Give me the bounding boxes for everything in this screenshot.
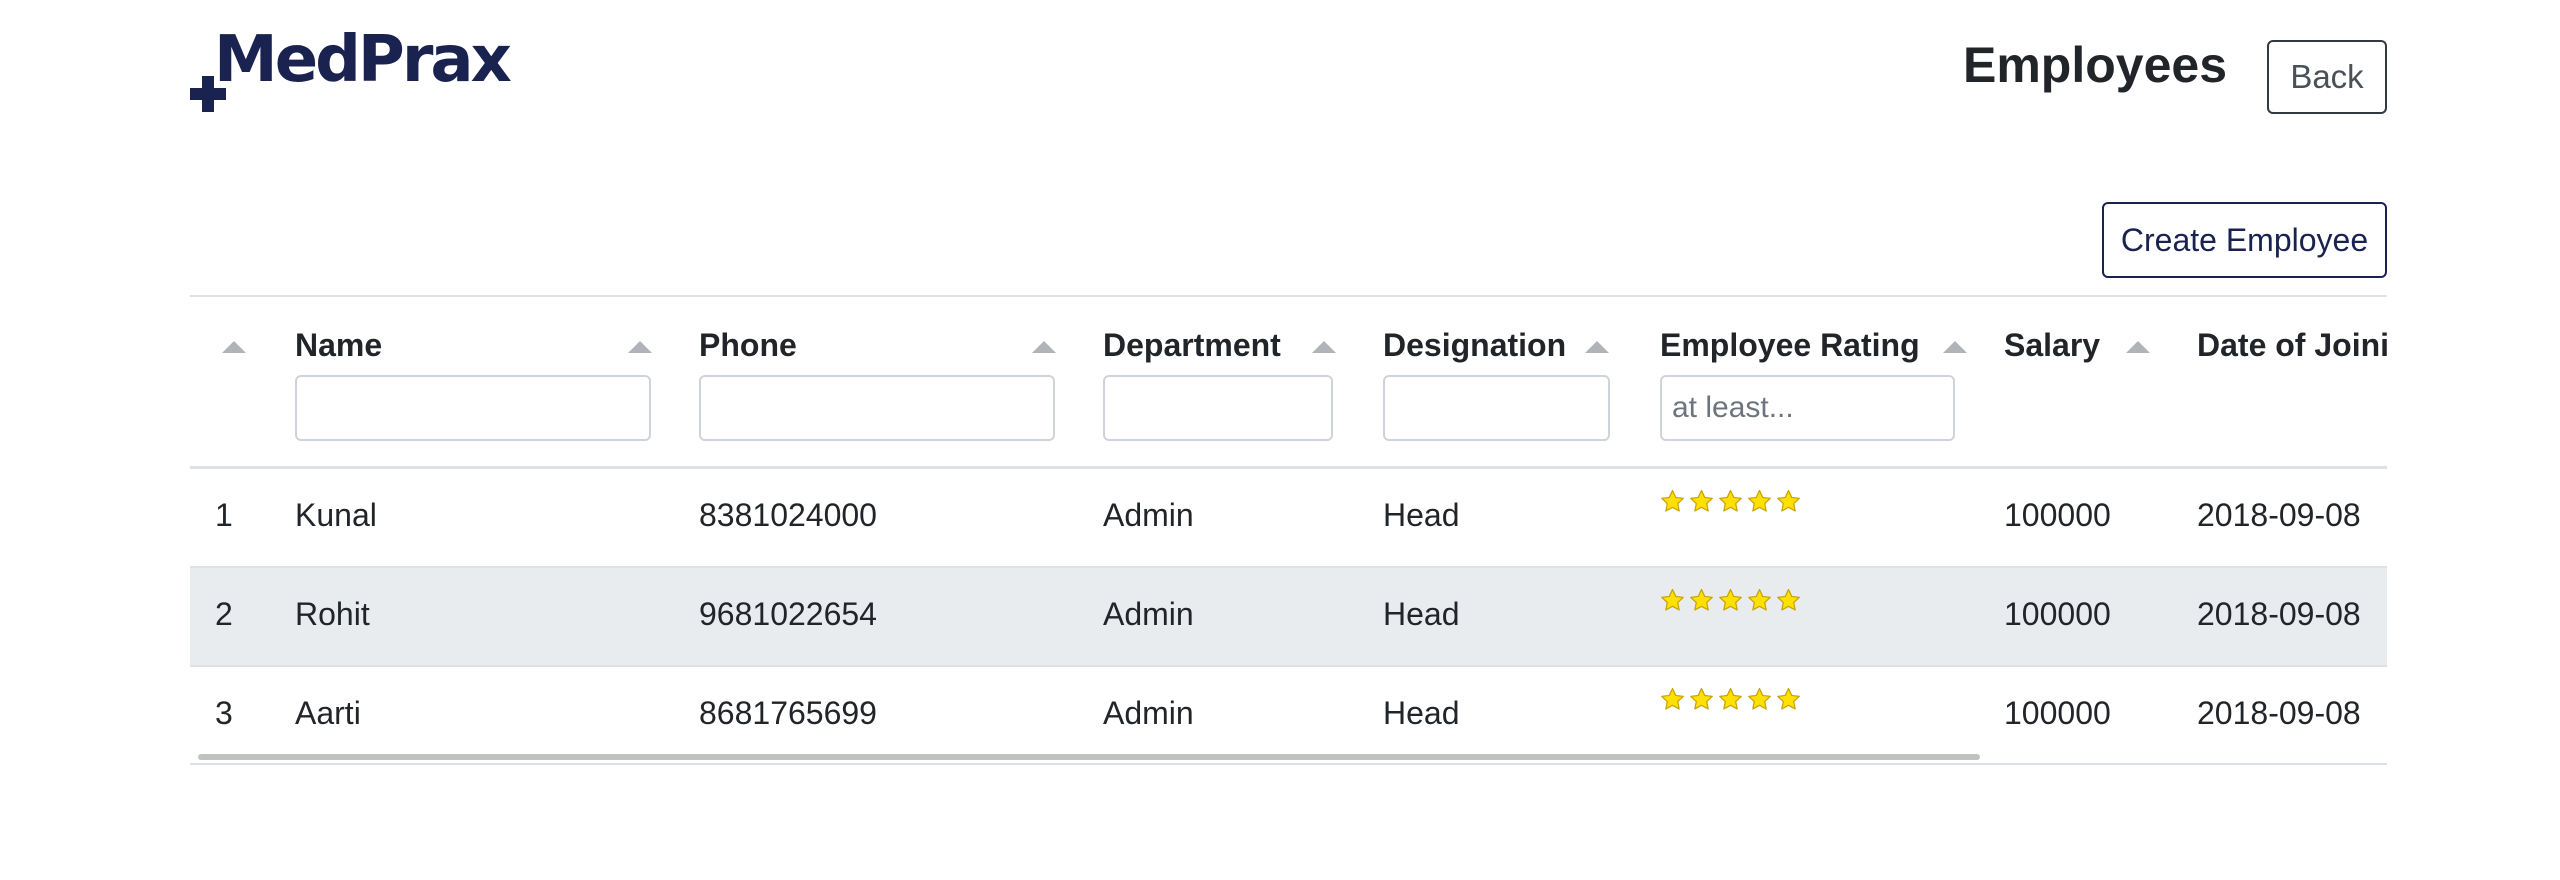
sort-up-icon[interactable]	[1032, 341, 1056, 353]
table-header: Name Phone Department Designation Employ…	[190, 297, 2387, 469]
column-header-date-of-joining[interactable]: Date of Joining	[2197, 327, 2387, 364]
horizontal-scrollbar[interactable]	[198, 754, 1980, 760]
employee-salary: 100000	[2004, 596, 2111, 632]
name-filter-input[interactable]	[295, 375, 651, 441]
star-icon	[1719, 489, 1742, 512]
sort-up-icon[interactable]	[628, 341, 652, 353]
star-icon	[1690, 588, 1713, 611]
column-header-salary[interactable]: Salary	[2004, 327, 2100, 364]
create-employee-button[interactable]: Create Employee	[2102, 202, 2387, 278]
star-icon	[1661, 489, 1684, 512]
brand-logo[interactable]: MedPrax	[190, 28, 512, 120]
table-row[interactable]: 1 Kunal 8381024000 Admin Head 100000 201…	[190, 469, 2387, 568]
star-icon	[1661, 687, 1684, 710]
back-button[interactable]: Back	[2267, 40, 2387, 114]
star-icon	[1661, 588, 1684, 611]
employee-salary: 100000	[2004, 695, 2111, 731]
employee-phone: 8681765699	[699, 695, 877, 731]
table-row[interactable]: 2 Rohit 9681022654 Admin Head 100000 201…	[190, 568, 2387, 667]
sort-up-icon[interactable]	[222, 341, 246, 353]
star-icon	[1690, 687, 1713, 710]
employee-date-of-joining: 2018-09-08	[2197, 497, 2361, 533]
employees-table: Name Phone Department Designation Employ…	[190, 295, 2387, 765]
column-header-name[interactable]: Name	[295, 327, 382, 364]
employee-name: Rohit	[295, 596, 370, 632]
star-icon	[1748, 588, 1771, 611]
employee-department: Admin	[1103, 497, 1194, 533]
star-icon	[1748, 687, 1771, 710]
column-header-rating[interactable]: Employee Rating	[1660, 327, 1920, 364]
sort-up-icon[interactable]	[2126, 341, 2150, 353]
sort-up-icon[interactable]	[1312, 341, 1336, 353]
department-filter-input[interactable]	[1103, 375, 1333, 441]
star-icon	[1748, 489, 1771, 512]
star-icon	[1719, 687, 1742, 710]
employee-date-of-joining: 2018-09-08	[2197, 695, 2361, 731]
sort-up-icon[interactable]	[1943, 341, 1967, 353]
row-index: 2	[215, 596, 233, 632]
rating-stars	[1660, 687, 1801, 712]
designation-filter-input[interactable]	[1383, 375, 1610, 441]
employee-department: Admin	[1103, 695, 1194, 731]
rating-stars	[1660, 489, 1801, 514]
column-header-department[interactable]: Department	[1103, 327, 1281, 364]
table-row[interactable]: 3 Aarti 8681765699 Admin Head 100000 201…	[190, 667, 2387, 763]
row-index: 1	[215, 497, 233, 533]
rating-stars	[1660, 588, 1801, 613]
page-title: Employees	[1962, 37, 2227, 93]
employee-name: Kunal	[295, 497, 377, 533]
star-icon	[1777, 687, 1800, 710]
employee-name: Aarti	[295, 695, 361, 731]
star-icon	[1719, 588, 1742, 611]
employee-salary: 100000	[2004, 497, 2111, 533]
sort-up-icon[interactable]	[1585, 341, 1609, 353]
star-icon	[1777, 489, 1800, 512]
employee-date-of-joining: 2018-09-08	[2197, 596, 2361, 632]
brand-name: MedPrax	[214, 23, 512, 97]
star-icon	[1690, 489, 1713, 512]
rating-filter-input[interactable]	[1660, 375, 1955, 441]
phone-filter-input[interactable]	[699, 375, 1055, 441]
star-icon	[1777, 588, 1800, 611]
employee-phone: 8381024000	[699, 497, 877, 533]
employee-designation: Head	[1383, 596, 1460, 632]
employee-phone: 9681022654	[699, 596, 877, 632]
employee-department: Admin	[1103, 596, 1194, 632]
column-header-designation[interactable]: Designation	[1383, 327, 1566, 364]
employee-designation: Head	[1383, 497, 1460, 533]
row-index: 3	[215, 695, 233, 731]
column-header-phone[interactable]: Phone	[699, 327, 797, 364]
employee-designation: Head	[1383, 695, 1460, 731]
